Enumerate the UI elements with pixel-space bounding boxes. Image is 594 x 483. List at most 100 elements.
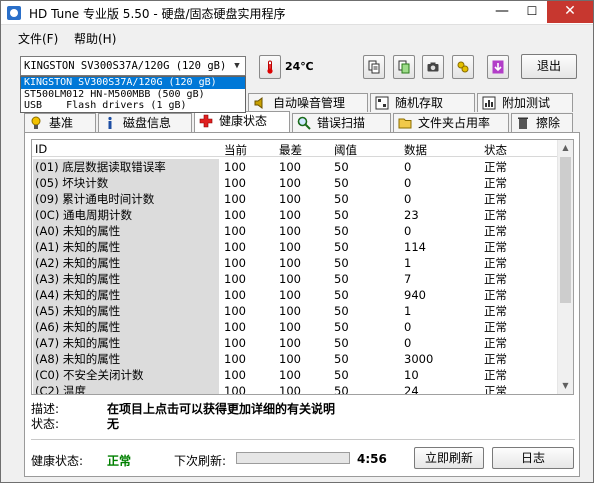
thermometer-button[interactable] bbox=[259, 55, 281, 79]
col-data[interactable]: 数据 bbox=[404, 142, 427, 158]
row-status: 正常 bbox=[484, 256, 507, 270]
row-threshold: 50 bbox=[334, 384, 349, 395]
info-icon bbox=[108, 116, 112, 129]
screenshot-button[interactable] bbox=[422, 55, 444, 79]
row-worst: 100 bbox=[279, 224, 301, 238]
hd-tune-app-icon bbox=[7, 6, 21, 20]
scroll-down-icon[interactable]: ▼ bbox=[558, 378, 573, 394]
table-row[interactable]: (A2) 未知的属性 100 100 50 1 正常 bbox=[32, 255, 558, 271]
speaker-icon bbox=[254, 97, 263, 109]
row-status: 正常 bbox=[484, 160, 507, 174]
table-row[interactable]: (A0) 未知的属性 100 100 50 0 正常 bbox=[32, 223, 558, 239]
table-row[interactable]: (C2) 温度 100 100 50 24 正常 bbox=[32, 383, 558, 395]
copy-all-button[interactable] bbox=[393, 55, 415, 79]
table-row[interactable]: (A5) 未知的属性 100 100 50 1 正常 bbox=[32, 303, 558, 319]
table-scrollbar[interactable]: ▲ ▼ bbox=[557, 140, 573, 394]
row-status: 正常 bbox=[484, 336, 507, 350]
copy-green-icon bbox=[398, 60, 410, 74]
tab-extra-tests[interactable]: 附加测试 bbox=[477, 93, 573, 112]
row-worst: 100 bbox=[279, 240, 301, 254]
table-row[interactable]: (A1) 未知的属性 100 100 50 114 正常 bbox=[32, 239, 558, 255]
row-data: 1 bbox=[404, 256, 412, 270]
row-threshold: 50 bbox=[334, 288, 349, 302]
row-worst: 100 bbox=[279, 384, 301, 395]
window-title: HD Tune 专业版 5.50 - 硬盘/固态硬盘实用程序 bbox=[29, 7, 286, 21]
chevron-down-icon[interactable]: ▼ bbox=[229, 57, 245, 75]
refresh-countdown: 4:56 bbox=[357, 452, 387, 466]
row-current: 100 bbox=[224, 320, 246, 334]
row-status: 正常 bbox=[484, 192, 507, 206]
row-id: (A8) 未知的属性 bbox=[33, 351, 219, 367]
row-worst: 100 bbox=[279, 256, 301, 270]
tab-benchmark[interactable]: 基准 bbox=[24, 113, 96, 132]
exit-button[interactable]: 退出 bbox=[521, 54, 577, 79]
table-row[interactable]: (A4) 未知的属性 100 100 50 940 正常 bbox=[32, 287, 558, 303]
options-button[interactable] bbox=[452, 55, 474, 79]
tab-random-access[interactable]: 随机存取 bbox=[370, 93, 475, 112]
row-worst: 100 bbox=[279, 192, 301, 206]
table-row[interactable]: (09) 累计通电时间计数 100 100 50 0 正常 bbox=[32, 191, 558, 207]
tab-disk-info[interactable]: 磁盘信息 bbox=[98, 113, 192, 132]
col-threshold[interactable]: 阈值 bbox=[334, 142, 357, 158]
save-button[interactable] bbox=[487, 55, 509, 79]
download-arrow-icon bbox=[492, 60, 504, 74]
row-current: 100 bbox=[224, 304, 246, 318]
tab-erase[interactable]: 擦除 bbox=[511, 113, 573, 132]
table-row[interactable]: (A6) 未知的属性 100 100 50 0 正常 bbox=[32, 319, 558, 335]
benchmark-icon bbox=[31, 116, 41, 129]
drive-option[interactable]: USB Flash drivers (1 gB) bbox=[21, 100, 245, 112]
row-data: 114 bbox=[404, 240, 426, 254]
row-current: 100 bbox=[224, 368, 246, 382]
log-button[interactable]: 日志 bbox=[492, 447, 574, 469]
row-data: 0 bbox=[404, 336, 412, 350]
scroll-thumb[interactable] bbox=[560, 157, 571, 303]
table-row[interactable]: (0C) 通电周期计数 100 100 50 23 正常 bbox=[32, 207, 558, 223]
menu-file[interactable]: 文件(F) bbox=[18, 30, 58, 47]
refresh-now-button[interactable]: 立即刷新 bbox=[414, 447, 484, 469]
scroll-up-icon[interactable]: ▲ bbox=[558, 140, 573, 156]
thermometer-icon bbox=[267, 60, 273, 74]
row-id: (A7) 未知的属性 bbox=[33, 335, 219, 351]
maximize-button[interactable]: ☐ bbox=[517, 1, 547, 23]
col-current[interactable]: 当前 bbox=[224, 142, 247, 158]
row-id: (09) 累计通电时间计数 bbox=[33, 191, 219, 207]
drive-select[interactable]: KINGSTON SV300S37A/120G (120 gB) ▼ bbox=[20, 56, 246, 76]
row-threshold: 50 bbox=[334, 240, 349, 254]
col-status[interactable]: 状态 bbox=[484, 142, 507, 158]
tab-aam[interactable]: 自动噪音管理 bbox=[248, 93, 368, 112]
close-button[interactable]: ✕ bbox=[547, 1, 593, 23]
table-row[interactable]: (05) 坏块计数 100 100 50 0 正常 bbox=[32, 175, 558, 191]
minimize-button[interactable]: — bbox=[487, 1, 517, 23]
copy-icon bbox=[368, 60, 380, 74]
health-cross-icon bbox=[199, 114, 213, 128]
drive-select-value: KINGSTON SV300S37A/120G (120 gB) bbox=[24, 60, 227, 72]
col-id[interactable]: ID bbox=[35, 142, 47, 156]
tab-folder-usage[interactable]: 文件夹占用率 bbox=[393, 113, 509, 132]
row-current: 100 bbox=[224, 384, 246, 395]
table-row[interactable]: (A8) 未知的属性 100 100 50 3000 正常 bbox=[32, 351, 558, 367]
row-status: 正常 bbox=[484, 368, 507, 382]
col-worst[interactable]: 最差 bbox=[279, 142, 302, 158]
table-row[interactable]: (01) 底层数据读取错误率 100 100 50 0 正常 bbox=[32, 159, 558, 175]
row-id: (A5) 未知的属性 bbox=[33, 303, 219, 319]
tab-health[interactable]: 健康状态 bbox=[194, 111, 290, 132]
health-status-value: 正常 bbox=[107, 454, 132, 468]
tab-error-scan[interactable]: 错误扫描 bbox=[292, 113, 391, 132]
row-id: (A0) 未知的属性 bbox=[33, 223, 219, 239]
table-row[interactable]: (A3) 未知的属性 100 100 50 7 正常 bbox=[32, 271, 558, 287]
row-id: (0C) 通电周期计数 bbox=[33, 207, 219, 223]
drive-option[interactable]: KINGSTON SV300S37A/120G (120 gB) bbox=[21, 77, 245, 89]
table-header: ID 当前 最差 阈值 数据 状态 bbox=[32, 140, 558, 157]
row-status: 正常 bbox=[484, 272, 507, 286]
divider bbox=[31, 439, 575, 440]
row-worst: 100 bbox=[279, 160, 301, 174]
drive-option[interactable]: ST500LM012 HN-M500MBB (500 gB) bbox=[21, 89, 245, 101]
copy-info-button[interactable] bbox=[363, 55, 385, 79]
table-row[interactable]: (A7) 未知的属性 100 100 50 0 正常 bbox=[32, 335, 558, 351]
row-id: (A4) 未知的属性 bbox=[33, 287, 219, 303]
row-data: 3000 bbox=[404, 352, 434, 366]
row-current: 100 bbox=[224, 192, 246, 206]
row-worst: 100 bbox=[279, 352, 301, 366]
table-row[interactable]: (C0) 不安全关闭计数 100 100 50 10 正常 bbox=[32, 367, 558, 383]
menu-help[interactable]: 帮助(H) bbox=[74, 30, 116, 47]
